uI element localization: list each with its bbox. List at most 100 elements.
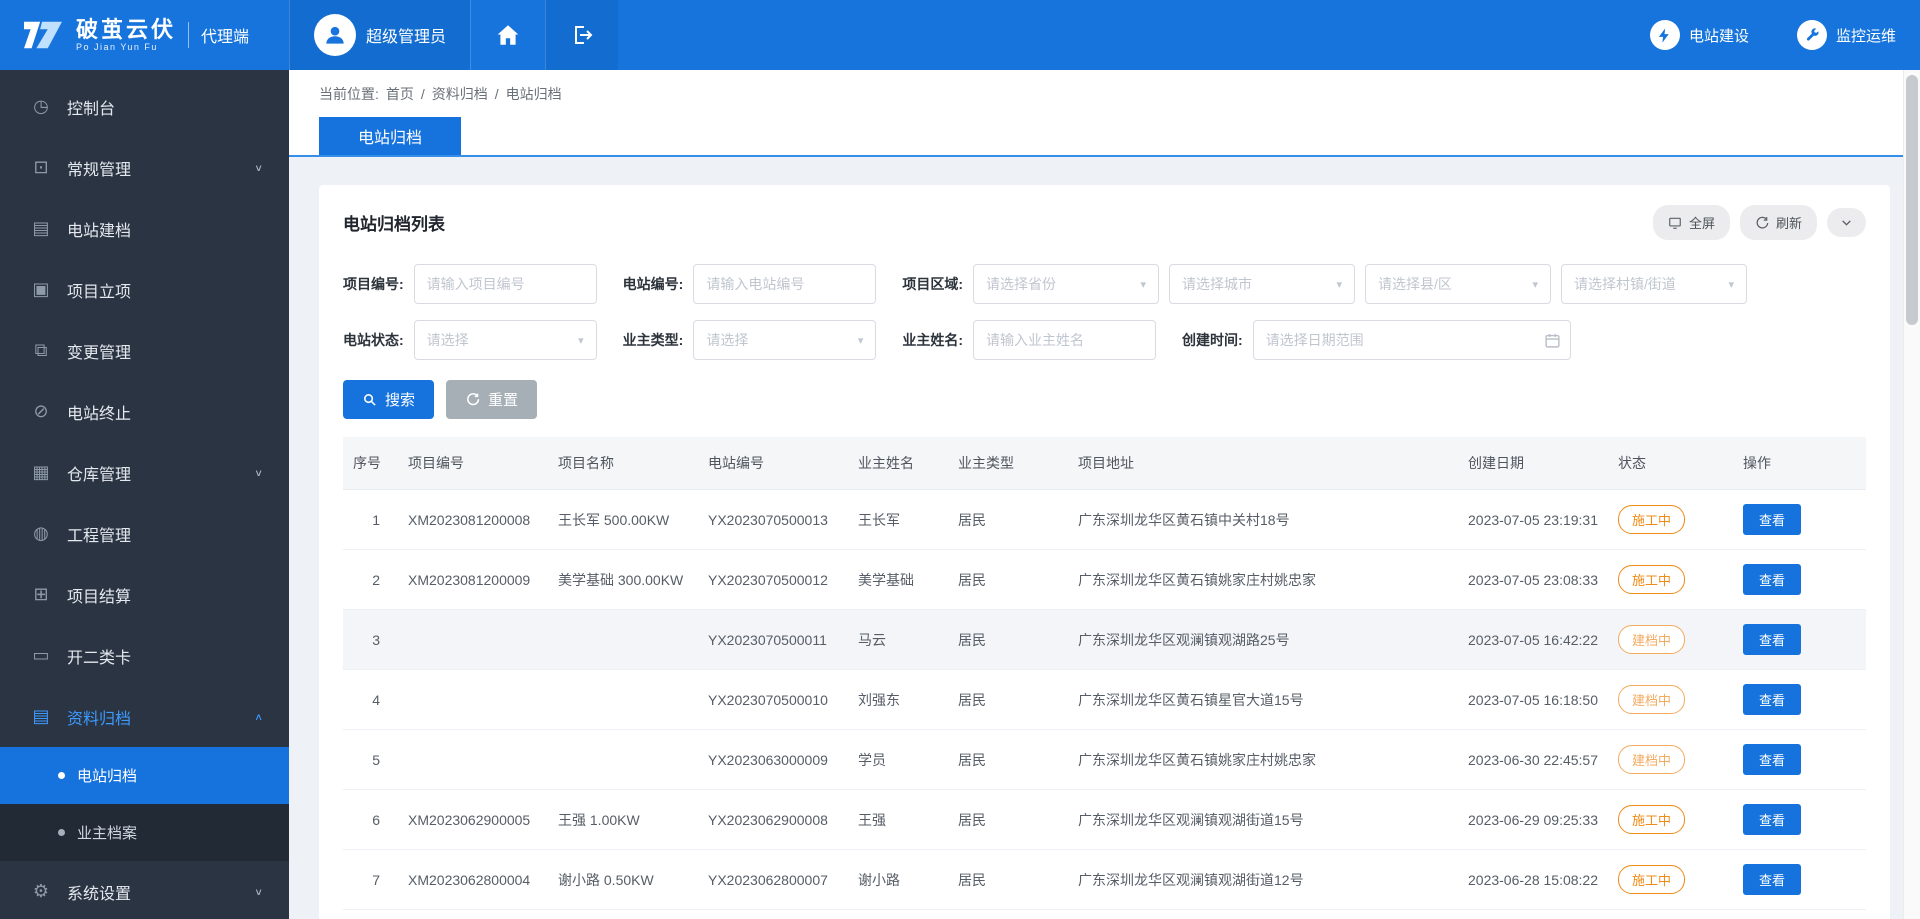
breadcrumb-separator: / (495, 86, 499, 102)
cell-created: 2023-06-30 22:45:57 (1458, 730, 1608, 790)
chevron-down-icon: ▾ (858, 334, 864, 347)
top-header: 破茧云伏 Po Jian Yun Fu 代理端 超级管理员 (0, 0, 1920, 70)
status-badge: 施工中 (1618, 805, 1685, 834)
cell-action: 查看 (1733, 730, 1866, 790)
monitor-ops-link[interactable]: 监控运维 (1773, 0, 1920, 70)
cell-station-no: YX2023062800007 (698, 850, 848, 910)
cell-owner: 王强 (848, 790, 948, 850)
region-label: 项目区域: (902, 274, 963, 294)
sidebar-subitem-station-archive[interactable]: 电站归档 (0, 747, 289, 804)
collapse-button[interactable] (1827, 208, 1866, 237)
owner-name-input[interactable] (973, 320, 1156, 360)
view-button[interactable]: 查看 (1743, 804, 1801, 835)
breadcrumb-prefix: 当前位置: (319, 84, 379, 104)
sidebar-item-station-termination[interactable]: ⊘电站终止 (0, 381, 289, 442)
cell-owner-type: 居民 (948, 550, 1068, 610)
breadcrumb-archive[interactable]: 资料归档 (432, 84, 488, 104)
cell-project-no (398, 610, 548, 670)
sidebar-item-project-settlement[interactable]: ⊞项目结算 (0, 564, 289, 625)
sidebar-item-station-filing[interactable]: ▤电站建档 (0, 198, 289, 259)
cell-project-name: HJ 1.00KW (548, 910, 698, 919)
table-row: 5YX2023063000009学员居民广东深圳龙华区黄石镇姚家庄村姚忠家202… (343, 730, 1866, 790)
logout-icon (570, 23, 594, 47)
sidebar-item-project-approval[interactable]: ▣项目立项 (0, 259, 289, 320)
engineering-icon: ◍ (30, 523, 52, 544)
cell-action: 查看 (1733, 490, 1866, 550)
cell-action: 查看 (1733, 610, 1866, 670)
cell-status: 建档中 (1608, 610, 1733, 670)
cell-created: 2023-06-28 09:29:28 (1458, 910, 1608, 919)
cell-status: 施工中 (1608, 850, 1733, 910)
sidebar-item-label: 控制台 (67, 95, 115, 119)
logout-button[interactable] (545, 0, 618, 70)
view-button[interactable]: 查看 (1743, 504, 1801, 535)
sidebar-item-general-management[interactable]: ⊡常规管理∨ (0, 137, 289, 198)
cell-owner: 刘强东 (848, 670, 948, 730)
view-button[interactable]: 查看 (1743, 624, 1801, 655)
city-select[interactable]: 请选择城市 ▾ (1169, 264, 1355, 304)
sidebar-subitem-label: 电站归档 (77, 765, 137, 786)
cell-owner: 美学基础 (848, 550, 948, 610)
station-no-input[interactable] (693, 264, 876, 304)
station-build-link[interactable]: 电站建设 (1626, 0, 1773, 70)
user-menu[interactable]: 超级管理员 (289, 0, 470, 70)
date-range-input[interactable] (1253, 320, 1571, 360)
breadcrumb-home[interactable]: 首页 (386, 84, 414, 104)
sidebar-item-engineering-management[interactable]: ◍工程管理 (0, 503, 289, 564)
card-icon: ▭ (30, 645, 52, 666)
owner-name-label: 业主姓名: (902, 330, 963, 350)
sidebar-subitem-owner-files[interactable]: 业主档案 (0, 804, 289, 861)
cell-owner-type: 居民 (948, 790, 1068, 850)
view-button[interactable]: 查看 (1743, 684, 1801, 715)
tab-station-archive[interactable]: 电站归档 (319, 117, 461, 155)
search-button[interactable]: 搜索 (343, 380, 434, 419)
cell-address: 广东深圳龙华区黄石镇星官大道15号 (1068, 670, 1458, 730)
sidebar-item-console[interactable]: ◷控制台 (0, 76, 289, 137)
status-badge: 建档中 (1618, 745, 1685, 774)
fullscreen-label: 全屏 (1689, 213, 1715, 232)
home-button[interactable] (470, 0, 545, 70)
sidebar-item-change-management[interactable]: ⧉变更管理 (0, 320, 289, 381)
cell-address: 广东深圳龙华区观澜镇观湖路25号 (1068, 610, 1458, 670)
status-badge: 施工中 (1618, 565, 1685, 594)
column-header: 创建日期 (1458, 437, 1608, 490)
bullet-icon (58, 829, 65, 836)
cell-status: 施工中 (1608, 550, 1733, 610)
filter-project-no: 项目编号: (343, 264, 597, 304)
station-status-placeholder: 请选择 (427, 330, 469, 350)
filter-owner-name: 业主姓名: (902, 320, 1156, 360)
view-button[interactable]: 查看 (1743, 564, 1801, 595)
portal-label: 代理端 (201, 23, 249, 47)
sidebar-item-warehouse-management[interactable]: ▦仓库管理∨ (0, 442, 289, 503)
view-button[interactable]: 查看 (1743, 744, 1801, 775)
divider (188, 22, 189, 48)
page-scrollbar[interactable] (1903, 70, 1920, 919)
refresh-button[interactable]: 刷新 (1740, 205, 1817, 240)
town-select[interactable]: 请选择村镇/街道 ▾ (1561, 264, 1747, 304)
county-select[interactable]: 请选择县/区 ▾ (1365, 264, 1551, 304)
column-header: 业主类型 (948, 437, 1068, 490)
view-button[interactable]: 查看 (1743, 864, 1801, 895)
sidebar-item-label: 常规管理 (67, 156, 131, 180)
body: ◷控制台⊡常规管理∨▤电站建档▣项目立项⧉变更管理⊘电站终止▦仓库管理∨◍工程管… (0, 70, 1920, 919)
column-header: 电站编号 (698, 437, 848, 490)
owner-type-select[interactable]: 请选择 ▾ (693, 320, 876, 360)
project-no-input[interactable] (414, 264, 597, 304)
owner-type-label: 业主类型: (623, 330, 684, 350)
main-content: 当前位置: 首页 / 资料归档 / 电站归档 电站归档 电站归档列表 (289, 70, 1920, 919)
filter-actions: 搜索 重置 (343, 380, 1866, 419)
sidebar-item-system-settings[interactable]: ⚙系统设置∨ (0, 861, 289, 919)
station-status-label: 电站状态: (343, 330, 404, 350)
chevron-up-icon: ∧ (254, 711, 263, 722)
reset-button[interactable]: 重置 (446, 380, 537, 419)
sidebar-item-data-archive[interactable]: ▤资料归档∧ (0, 686, 289, 747)
fullscreen-button[interactable]: 全屏 (1653, 205, 1730, 240)
cell-project-no: XM2023081200008 (398, 490, 548, 550)
sidebar-item-label: 项目立项 (67, 278, 131, 302)
province-select[interactable]: 请选择省份 ▾ (973, 264, 1159, 304)
status-badge: 施工中 (1618, 505, 1685, 534)
wrench-icon (1797, 20, 1827, 50)
scrollbar-thumb[interactable] (1906, 75, 1918, 325)
sidebar-item-class2-card[interactable]: ▭开二类卡 (0, 625, 289, 686)
station-status-select[interactable]: 请选择 ▾ (414, 320, 597, 360)
